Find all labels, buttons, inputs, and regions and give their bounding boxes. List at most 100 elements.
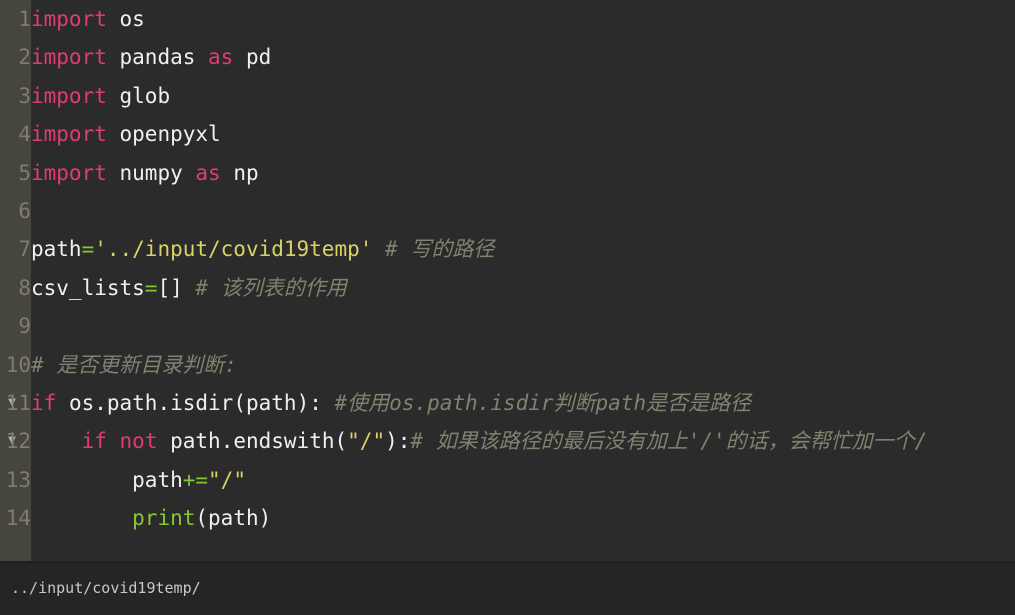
code-text: # 是否更新目录判断: <box>31 346 237 384</box>
line-number: 4 <box>18 122 31 147</box>
code-token: not <box>119 429 158 454</box>
code-token: openpyxl <box>119 122 221 147</box>
code-line[interactable]: 7 path='../input/covid19temp' # 写的路径 <box>0 230 1015 268</box>
code-token: import <box>31 122 107 147</box>
code-line[interactable]: 9 <box>0 307 1015 345</box>
line-number: 9 <box>18 314 31 339</box>
code-token: : <box>397 429 411 454</box>
code-text: import openpyxl <box>31 115 221 153</box>
line-number: 10 <box>5 352 31 377</box>
code-text: print(path) <box>31 499 271 537</box>
code-token: pd <box>245 45 272 70</box>
code-token: if <box>81 429 107 454</box>
code-token: # 是否更新目录判断: <box>31 352 237 377</box>
code-token: # 该列表的作用 <box>195 275 347 300</box>
code-text: if not path.endswith("/"):# 如果该路径的最后没有加上… <box>31 422 928 460</box>
code-token: # 写的路径 <box>385 237 495 262</box>
code-token: += <box>182 467 209 492</box>
code-text: if os.path.isdir(path): #使用os.path.isdir… <box>31 384 751 422</box>
code-line[interactable]: 5 import numpy as np <box>0 154 1015 192</box>
output-panel: ../input/covid19temp/ <box>0 563 1015 615</box>
code-line[interactable]: 14 print(path) <box>0 499 1015 537</box>
code-line[interactable]: 1 import os <box>0 0 1015 38</box>
code-token: numpy <box>119 160 183 185</box>
code-token: path <box>208 506 259 531</box>
code-text: import os <box>31 0 145 38</box>
code-token: ( <box>334 429 348 454</box>
code-line[interactable]: 6 <box>0 192 1015 230</box>
code-line[interactable]: 3 import glob <box>0 77 1015 115</box>
code-token: = <box>144 275 158 300</box>
code-text: import pandas as pd <box>31 38 271 76</box>
line-number: 3 <box>18 83 31 108</box>
code-token: path <box>132 467 183 492</box>
code-token: os <box>119 7 145 31</box>
code-token: [] <box>157 275 183 300</box>
code-line[interactable]: 13 path+="/" <box>0 461 1015 499</box>
code-token: import <box>31 7 107 31</box>
line-number: 5 <box>18 160 31 185</box>
code-line[interactable]: 10 # 是否更新目录判断: <box>0 346 1015 384</box>
code-token: #使用os.path.isdir判断path是否是路径 <box>334 390 752 415</box>
code-token: as <box>195 160 221 185</box>
code-token: ) <box>385 429 398 454</box>
code-token: "/" <box>347 429 386 454</box>
code-token: as <box>208 45 234 70</box>
code-token: if <box>31 390 57 415</box>
code-text: path='../input/covid19temp' # 写的路径 <box>31 230 494 268</box>
line-number: 14 <box>5 506 31 531</box>
code-token: ) <box>296 390 310 415</box>
code-text: import glob <box>31 77 170 115</box>
code-line[interactable]: 2 import pandas as pd <box>0 38 1015 76</box>
code-token: path <box>245 390 297 415</box>
code-token: = <box>81 237 95 262</box>
line-number: 7 <box>18 237 31 262</box>
code-line[interactable]: 4 import openpyxl <box>0 115 1015 153</box>
code-token: glob <box>119 83 171 108</box>
code-token: os.path.isdir <box>68 390 234 415</box>
line-number: 13 <box>5 467 31 492</box>
code-token: import <box>31 83 107 108</box>
code-token: print <box>132 506 196 531</box>
code-token: # 如果该路径的最后没有加上'/'的话，会帮忙加一个/ <box>410 429 928 454</box>
code-token: import <box>31 45 107 70</box>
code-editor-area[interactable]: 1 import os 2 import pandas as pd 3 import gl… <box>0 0 1015 561</box>
line-number: 6 <box>18 198 31 223</box>
code-text: csv_lists=[] # 该列表的作用 <box>31 269 347 307</box>
code-line[interactable]: 8 csv_lists=[] # 该列表的作用 <box>0 269 1015 307</box>
line-number: 2 <box>18 45 31 70</box>
code-token: ) <box>258 506 272 531</box>
code-editor-window: 1 import os 2 import pandas as pd 3 import gl… <box>0 0 1015 615</box>
code-token: : <box>309 390 322 415</box>
code-token: import <box>31 160 107 185</box>
code-line[interactable]: ▼ 12 if not path.endswith("/"):# 如果该路径的最后… <box>0 422 1015 460</box>
code-token: path <box>31 237 82 262</box>
code-text: import numpy as np <box>31 154 259 192</box>
code-token: csv_lists <box>31 275 145 300</box>
code-line-list: 1 import os 2 import pandas as pd 3 import gl… <box>0 0 1015 537</box>
code-line[interactable]: ▼ 11 if os.path.isdir(path): #使用os.path.is… <box>0 384 1015 422</box>
line-number: 12 <box>5 429 31 454</box>
output-text: ../input/covid19temp/ <box>11 579 201 597</box>
line-number: 1 <box>18 7 31 31</box>
code-token: ( <box>195 506 209 531</box>
code-token: ( <box>233 390 246 415</box>
